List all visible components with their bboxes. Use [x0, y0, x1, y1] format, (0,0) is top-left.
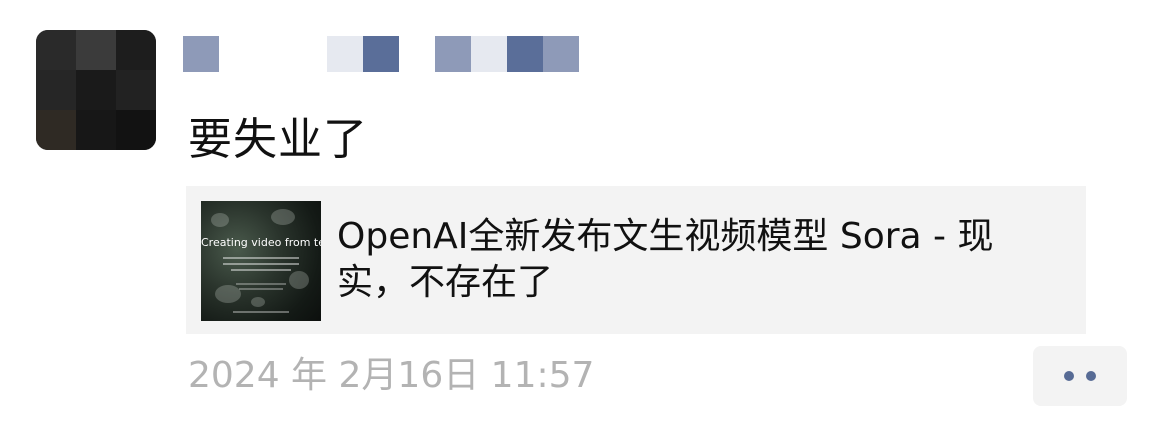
nickname-pixel	[543, 36, 579, 72]
avatar-pixel	[116, 30, 156, 70]
link-card[interactable]: Creating video from text OpenAI全新发布文生视频模…	[186, 186, 1086, 334]
avatar-pixel	[76, 70, 116, 110]
post-text: 要失业了	[188, 114, 368, 165]
avatar[interactable]	[36, 30, 156, 150]
nickname-pixel	[363, 36, 399, 72]
nickname-gap	[255, 36, 327, 76]
link-thumbnail: Creating video from text	[201, 201, 321, 321]
nickname-pixel	[219, 36, 255, 72]
avatar-pixel	[36, 70, 76, 110]
more-dots-icon	[1086, 371, 1096, 381]
nickname-gap	[399, 36, 435, 76]
more-dots-icon	[1064, 371, 1074, 381]
nickname-obscured[interactable]	[183, 36, 579, 76]
nickname-pixel	[507, 36, 543, 72]
nickname-pixel	[183, 36, 219, 72]
avatar-pixel	[36, 110, 76, 150]
more-button[interactable]	[1033, 346, 1127, 406]
nickname-pixel	[327, 36, 363, 72]
avatar-pixel	[116, 110, 156, 150]
avatar-pixel	[116, 70, 156, 110]
thumbnail-headline: Creating video from text	[201, 236, 321, 249]
moments-post: 要失业了 Creating video from text OpenAI全新发布…	[0, 0, 1170, 429]
nickname-pixel	[471, 36, 507, 72]
avatar-pixel	[36, 30, 76, 70]
avatar-pixel	[76, 30, 116, 70]
link-title: OpenAI全新发布文生视频模型 Sora - 现实，不存在了	[337, 216, 994, 303]
timestamp: 2024 年 2月16日 11:57	[188, 355, 595, 396]
nickname-pixel	[435, 36, 471, 72]
avatar-pixel	[76, 110, 116, 150]
